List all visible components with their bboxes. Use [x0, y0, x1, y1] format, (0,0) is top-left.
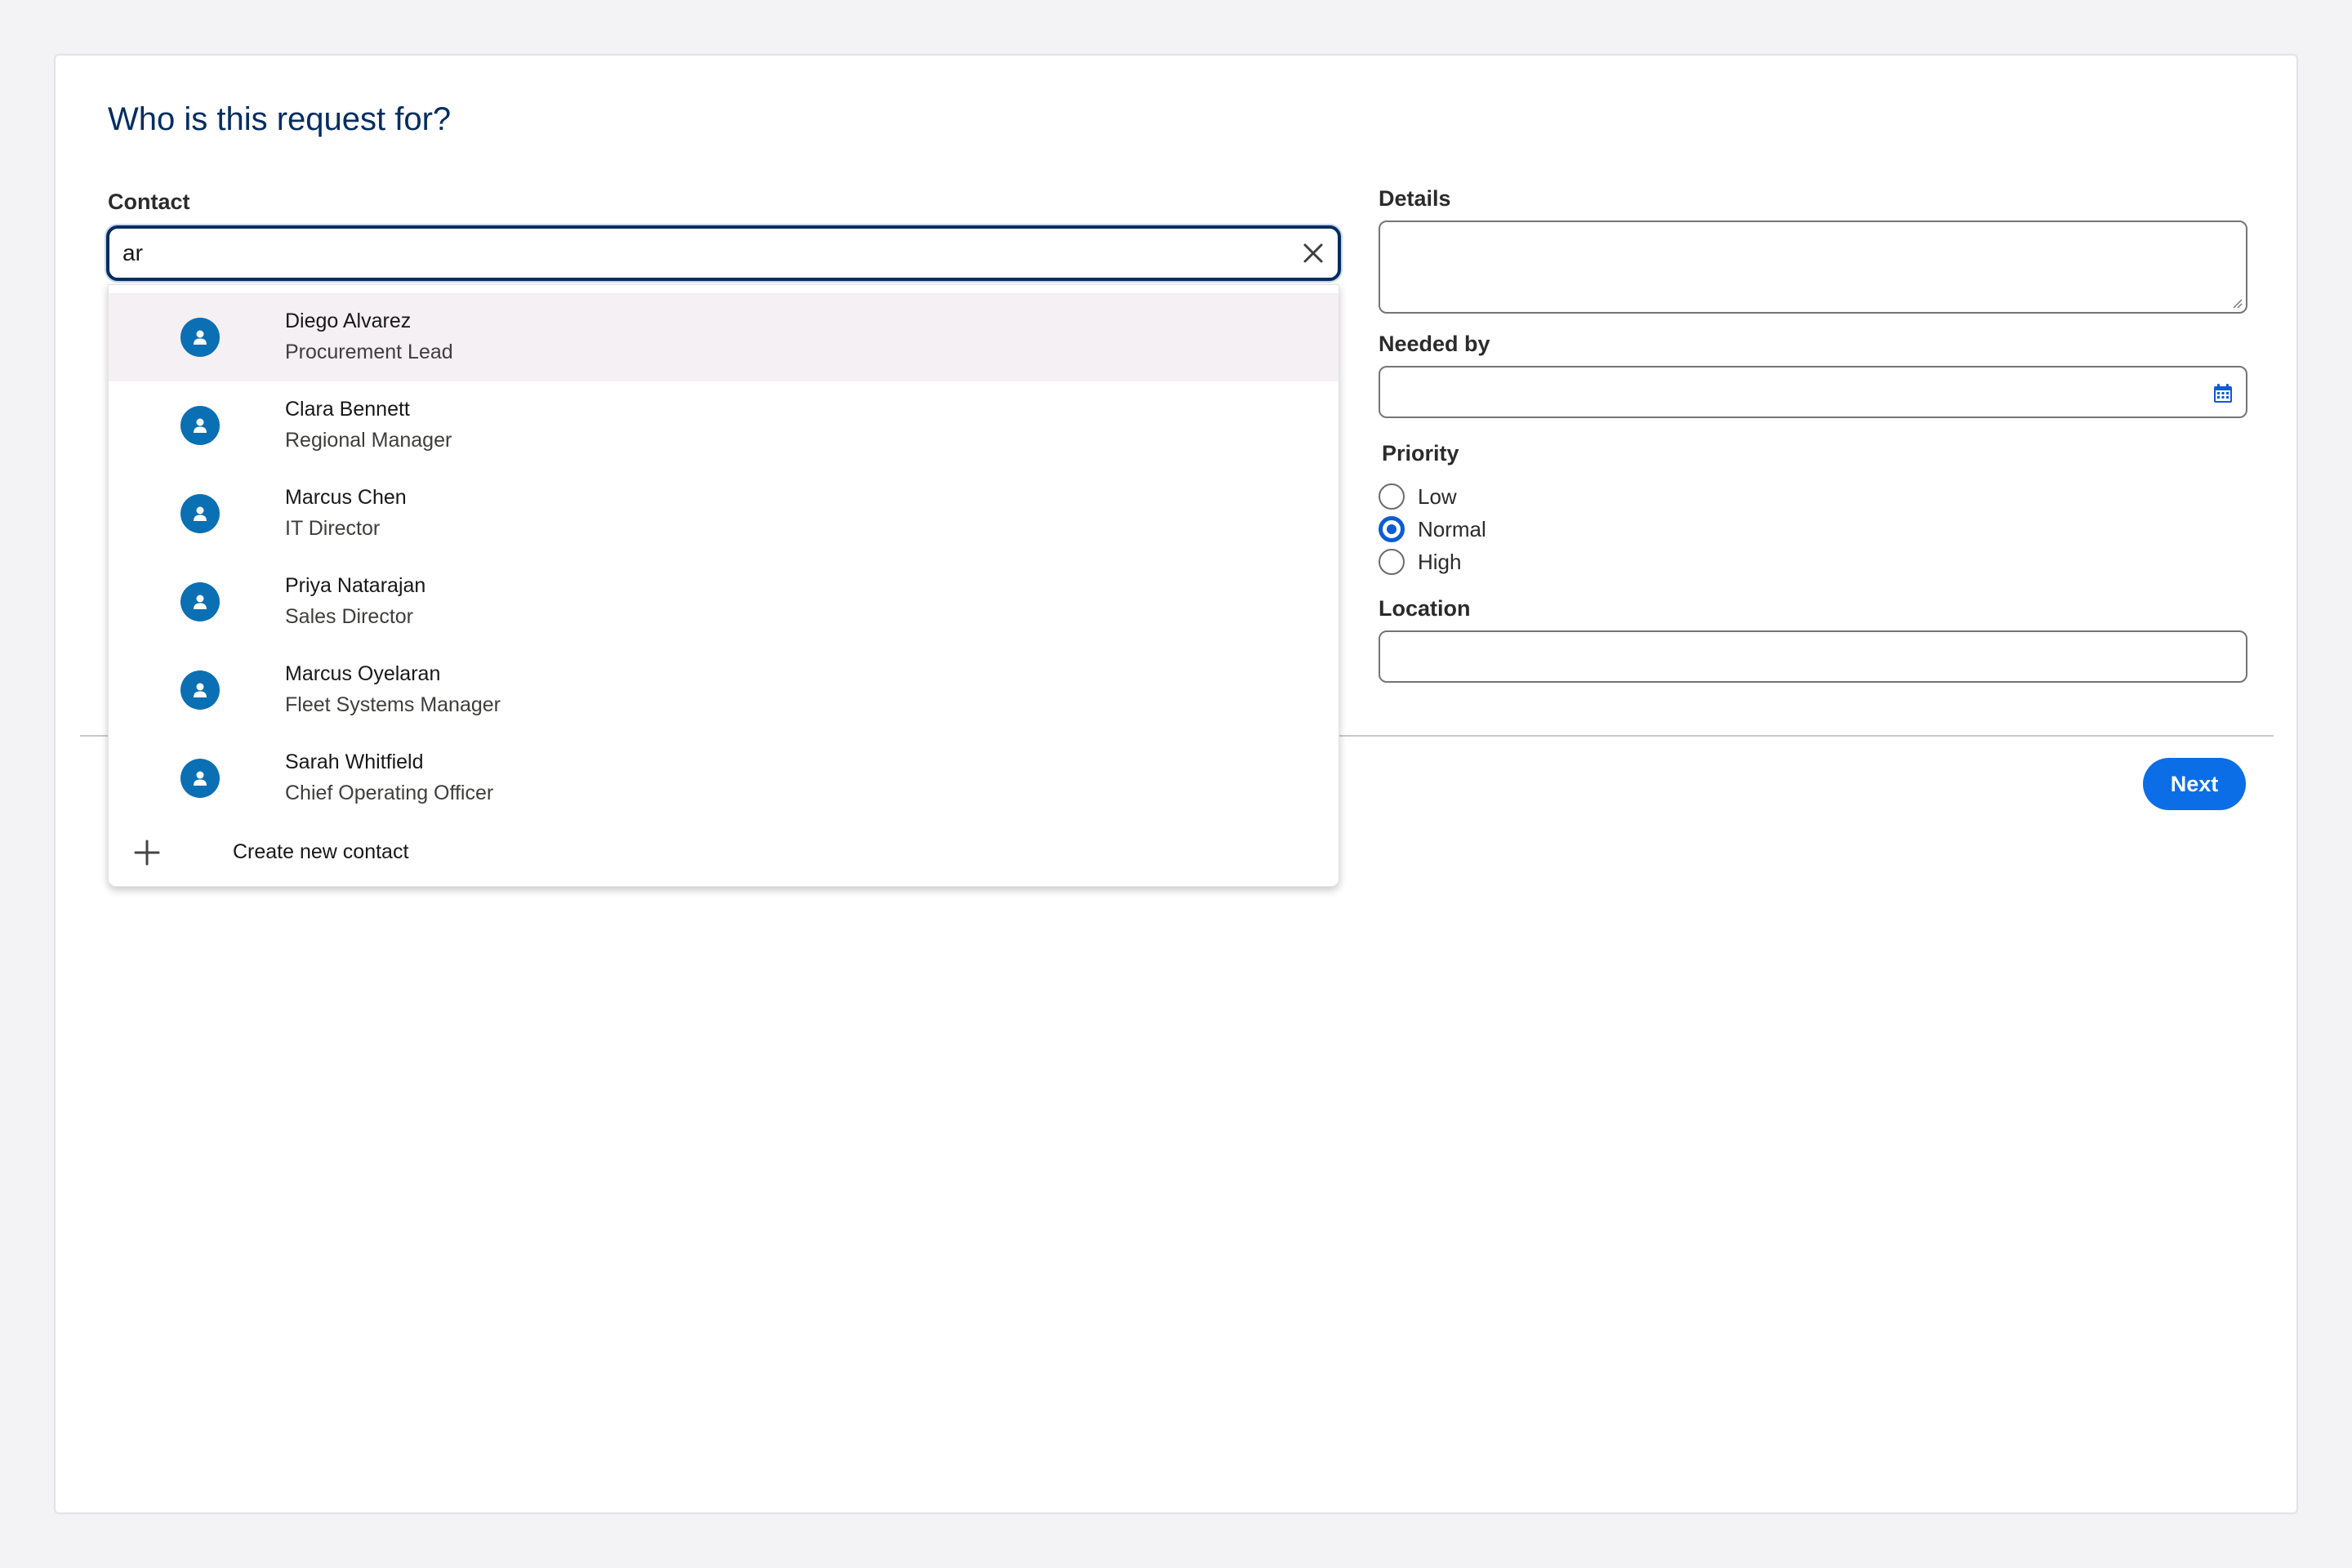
- clear-icon[interactable]: [1298, 238, 1328, 268]
- contact-option-name: Priya Natarajan: [285, 574, 426, 597]
- contact-avatar-icon: [180, 318, 220, 357]
- contact-avatar-icon: [180, 759, 220, 798]
- location-label: Location: [1379, 596, 1471, 621]
- contact-option[interactable]: Diego Alvarez Procurement Lead: [109, 293, 1339, 381]
- next-button[interactable]: Next: [2143, 758, 2246, 810]
- contact-option-title: Regional Manager: [285, 429, 452, 452]
- plus-icon: [133, 839, 161, 866]
- contact-search-input[interactable]: ar: [106, 225, 1341, 281]
- contact-option-title: IT Director: [285, 517, 381, 540]
- priority-option-label: High: [1418, 549, 1462, 574]
- priority-radio-normal[interactable]: Normal: [1379, 513, 1486, 546]
- radio-button[interactable]: [1379, 483, 1405, 510]
- contact-search-value: ar: [122, 240, 143, 265]
- contact-option-name: Sarah Whitfield: [285, 751, 424, 773]
- contact-dropdown: Diego Alvarez Procurement Lead Clara Ben…: [108, 284, 1339, 887]
- needed-by-label: Needed by: [1379, 332, 1490, 356]
- priority-radio-low[interactable]: Low: [1379, 480, 1457, 513]
- radio-button-selected[interactable]: [1379, 516, 1405, 542]
- contact-option-name: Marcus Oyelaran: [285, 662, 441, 685]
- page-title: Who is this request for?: [108, 101, 452, 137]
- contact-option-name: Diego Alvarez: [285, 310, 412, 332]
- needed-by-date-input[interactable]: [1379, 366, 2247, 418]
- details-label: Details: [1379, 186, 1451, 211]
- contact-avatar-icon: [180, 670, 220, 710]
- contact-avatar-icon: [180, 494, 220, 533]
- location-input[interactable]: [1379, 630, 2247, 683]
- priority-radio-high[interactable]: High: [1379, 546, 1461, 578]
- create-new-contact-label: Create new contact: [233, 840, 409, 863]
- contact-option-title: Procurement Lead: [285, 341, 453, 363]
- contact-avatar-icon: [180, 582, 220, 621]
- contact-label: Contact: [108, 189, 190, 214]
- contact-option-title: Sales Director: [285, 605, 413, 628]
- create-new-contact-option[interactable]: Create new contact: [109, 824, 1339, 886]
- contact-option[interactable]: Clara Bennett Regional Manager: [109, 381, 1339, 470]
- details-textarea[interactable]: [1379, 220, 2247, 314]
- priority-label: Priority: [1382, 441, 1459, 466]
- contact-option[interactable]: Marcus Chen IT Director: [109, 470, 1339, 558]
- contact-option-name: Marcus Chen: [285, 486, 407, 509]
- contact-option-name: Clara Bennett: [285, 398, 410, 421]
- contact-option-title: Chief Operating Officer: [285, 782, 494, 804]
- calendar-icon[interactable]: [2212, 382, 2234, 405]
- contact-option[interactable]: Priya Natarajan Sales Director: [109, 558, 1339, 646]
- contact-option[interactable]: Sarah Whitfield Chief Operating Officer: [109, 734, 1339, 822]
- contact-option-title: Fleet Systems Manager: [285, 693, 501, 716]
- priority-option-label: Low: [1418, 483, 1457, 509]
- request-form-card: Who is this request for? Contact ar Dieg…: [54, 54, 2298, 1514]
- radio-button[interactable]: [1379, 549, 1405, 575]
- priority-option-label: Normal: [1418, 516, 1486, 541]
- contact-avatar-icon: [180, 406, 220, 445]
- contact-option[interactable]: Marcus Oyelaran Fleet Systems Manager: [109, 646, 1339, 734]
- resize-grip-icon[interactable]: [2231, 297, 2243, 309]
